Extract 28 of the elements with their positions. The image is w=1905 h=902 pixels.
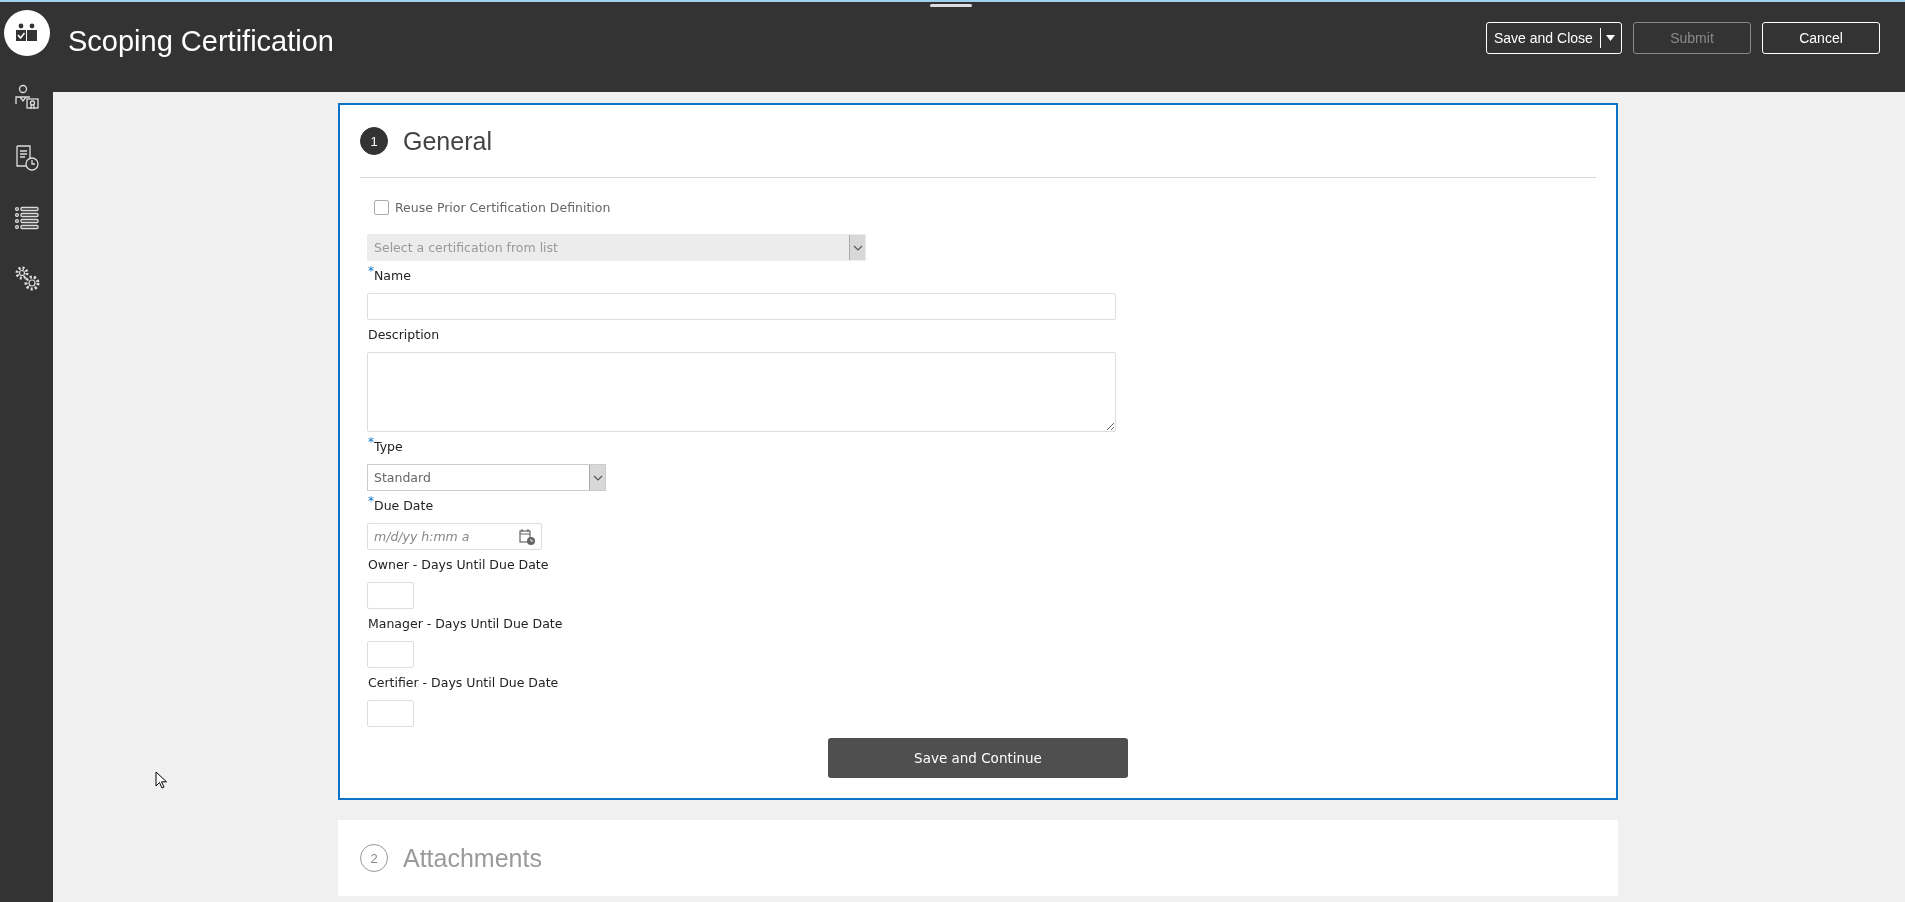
description-field[interactable] (367, 352, 1116, 432)
date-field[interactable]: m/d/yy h:mm a (367, 523, 542, 550)
page-title: Scoping Certification (68, 25, 334, 58)
checkbox[interactable] (374, 200, 389, 215)
text-field[interactable] (367, 293, 1116, 320)
dropdown-field[interactable]: Standard (367, 464, 606, 491)
field-label: Owner - Days Until Due Date (368, 556, 549, 574)
section-title[interactable]: General (403, 126, 492, 156)
chevron-down-icon (852, 244, 863, 251)
drag-handle[interactable] (930, 4, 972, 7)
caret-icon (1606, 35, 1616, 41)
field-label: Manager - Days Until Due Date (368, 615, 563, 633)
field-label: Certifier - Days Until Due Date (368, 674, 559, 692)
number-field[interactable] (367, 582, 414, 609)
app-logo[interactable] (3, 10, 50, 56)
chevron-down-icon (592, 474, 603, 481)
mouse-pointer-icon (155, 771, 167, 789)
people-icon (14, 23, 39, 43)
number-field[interactable] (367, 641, 414, 668)
save-and-continue-button[interactable]: Save and Continue (828, 738, 1128, 778)
field-label: Description (368, 326, 440, 344)
user-certificate-icon[interactable] (12, 84, 41, 112)
calendar-clock-icon (519, 528, 535, 545)
checkbox-label: Reuse Prior Certification Definition (395, 200, 611, 215)
header-button[interactable]: Cancel (1762, 22, 1880, 54)
number-field[interactable] (367, 700, 414, 727)
step-number: 1 (360, 127, 388, 155)
list-icon[interactable] (12, 204, 41, 232)
